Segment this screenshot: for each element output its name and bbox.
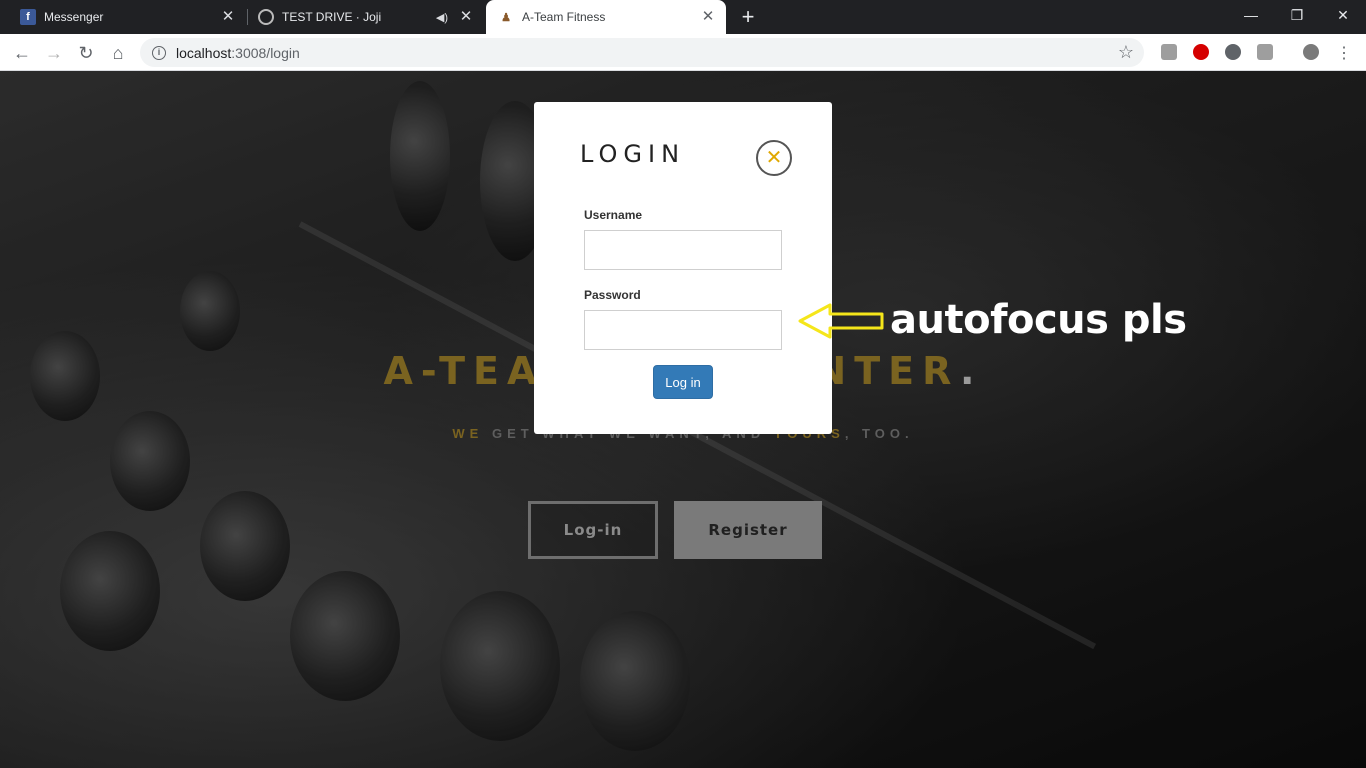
ateam-icon: ♟ <box>501 11 511 24</box>
hero-sub-end: , TOO. <box>844 426 914 441</box>
reload-icon[interactable]: ↻ <box>72 39 100 67</box>
url-host: localhost <box>176 44 232 61</box>
hero-sub-we: WE <box>452 426 484 441</box>
tab-ateam-fitness[interactable]: ♟ A-Team Fitness ✕ <box>486 0 726 34</box>
close-tab-icon[interactable]: ✕ <box>220 9 236 25</box>
info-icon[interactable]: i <box>152 45 166 60</box>
browser-toolbar: ← → ↻ ⌂ i localhost:3008/login ☆ ⋮ <box>0 34 1366 71</box>
address-bar[interactable]: i localhost:3008/login ☆ <box>140 38 1144 67</box>
modal-title: LOGIN <box>580 140 686 168</box>
spotify-icon <box>258 9 274 25</box>
extension-keyboard-icon[interactable] <box>1161 44 1177 60</box>
bookmark-star-icon[interactable]: ☆ <box>1118 42 1134 63</box>
close-icon[interactable]: ✕ <box>756 140 792 176</box>
tab-test-drive[interactable]: TEST DRIVE · Joji ◀) ✕ <box>248 0 484 34</box>
username-field[interactable] <box>584 230 782 270</box>
annotation-arrow-icon <box>798 303 884 339</box>
adblock-icon[interactable] <box>1193 44 1209 60</box>
home-icon[interactable]: ⌂ <box>104 39 132 67</box>
forward-icon[interactable]: → <box>40 39 68 67</box>
speaker-icon[interactable]: ◀) <box>436 11 448 24</box>
profile-avatar[interactable] <box>1303 44 1319 60</box>
login-modal: LOGIN ✕ Username Password Log in <box>534 102 832 434</box>
tab-title: TEST DRIVE · Joji <box>282 10 382 24</box>
hero-title-right: NTER <box>814 349 961 393</box>
close-window-icon[interactable]: ✕ <box>1320 0 1366 30</box>
url-text: localhost:3008/login <box>176 45 300 61</box>
password-field[interactable] <box>584 310 782 350</box>
hero-login-button[interactable]: Log-in <box>528 501 658 559</box>
hero-register-button[interactable]: Register <box>674 501 822 559</box>
menu-dots-icon[interactable]: ⋮ <box>1330 39 1358 67</box>
restore-icon[interactable]: ❐ <box>1274 0 1320 30</box>
close-tab-icon[interactable]: ✕ <box>458 9 474 25</box>
page-background: A-TEANTER. WE GET WHAT WE WANT, AND YOUR… <box>0 71 1366 768</box>
new-tab-icon[interactable]: + <box>738 6 758 28</box>
back-icon[interactable]: ← <box>8 39 36 67</box>
tab-strip: f Messenger ✕ TEST DRIVE · Joji ◀) ✕ ♟ A… <box>0 0 1366 34</box>
hero-title-left: A-TEA <box>383 349 545 393</box>
minimize-icon[interactable]: — <box>1228 0 1274 30</box>
close-tab-icon[interactable]: ✕ <box>700 9 716 25</box>
annotation-text: autofocus pls <box>890 297 1187 343</box>
username-label: Username <box>584 208 643 222</box>
tab-title: A-Team Fitness <box>522 10 606 24</box>
facebook-icon: f <box>20 9 36 25</box>
login-submit-button[interactable]: Log in <box>653 365 713 399</box>
tab-messenger[interactable]: f Messenger ✕ <box>0 0 246 34</box>
password-label: Password <box>584 288 641 302</box>
camera-icon[interactable] <box>1257 44 1273 60</box>
url-path: :3008/login <box>231 44 300 61</box>
tab-title: Messenger <box>44 10 104 24</box>
hero-title-dot: . <box>960 349 983 393</box>
extension-sync-icon[interactable] <box>1225 44 1241 60</box>
